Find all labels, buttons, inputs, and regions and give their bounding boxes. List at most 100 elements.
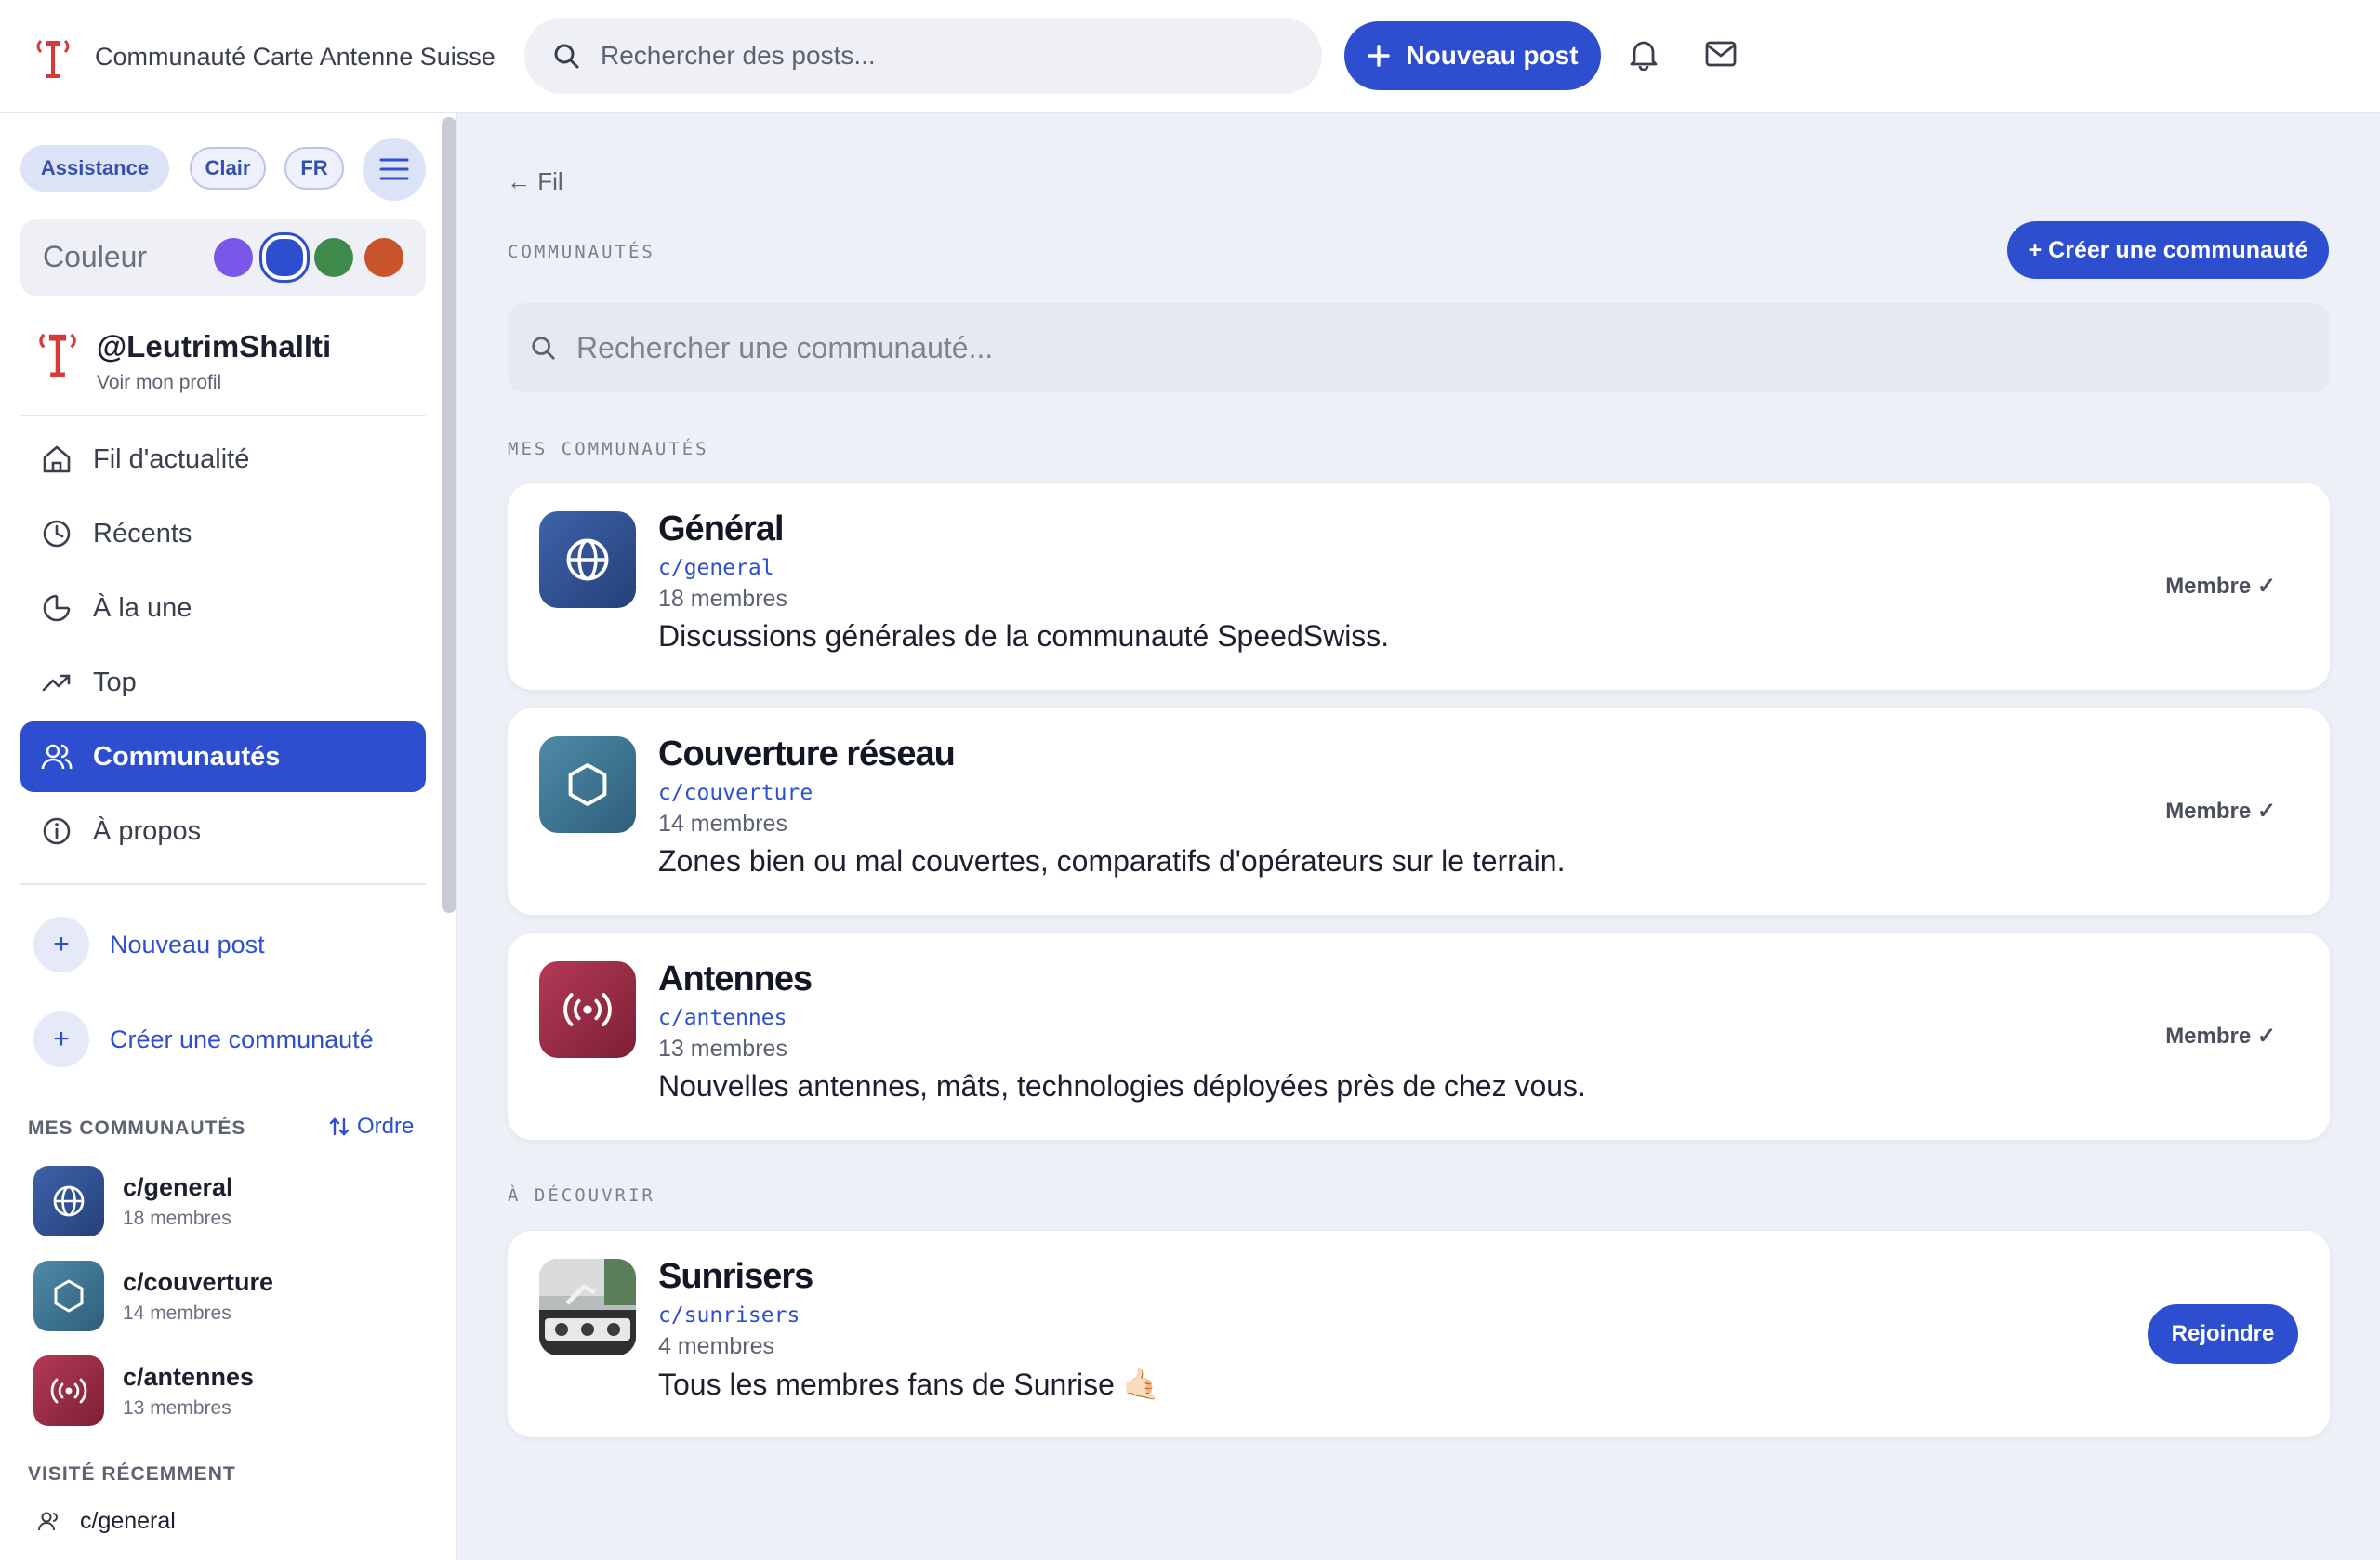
language-toggle[interactable]: FR [284, 147, 344, 190]
brand[interactable]: Communauté Carte Antenne Suisse [32, 33, 496, 80]
community-description: Discussions générales de la communauté S… [658, 619, 1390, 653]
mail-icon[interactable] [1705, 41, 1737, 67]
join-button[interactable]: Rejoindre [2148, 1304, 2298, 1364]
nav-label: Communautés [93, 741, 281, 772]
community-description: Nouvelles antennes, mâts, technologies d… [658, 1069, 1586, 1103]
color-swatch-green[interactable] [314, 238, 353, 277]
community-card-antennes[interactable]: Antennes c/antennes 13 membres Nouvelles… [508, 933, 2330, 1140]
nav-item-about[interactable]: À propos [20, 796, 426, 866]
view-profile-link[interactable]: Voir mon profil [97, 372, 221, 394]
color-swatch-violet[interactable] [214, 238, 253, 277]
app-title: Communauté Carte Antenne Suisse [95, 42, 496, 71]
home-icon [41, 443, 73, 475]
profile-handle[interactable]: @LeutrimShallti [97, 329, 331, 364]
order-button[interactable]: Ordre [329, 1114, 414, 1140]
sidebar-new-post-label: Nouveau post [110, 930, 265, 958]
community-name: c/couverture [123, 1267, 274, 1296]
sort-icon [329, 1116, 350, 1138]
plus-icon: + [33, 1011, 89, 1067]
hamburger-icon [379, 157, 409, 181]
community-slug[interactable]: c/antennes [658, 1006, 787, 1030]
community-name: c/antennes [123, 1362, 255, 1391]
community-description: Tous les membres fans de Sunrise 🤙🏻 [658, 1368, 1160, 1401]
community-members: 13 membres [123, 1396, 231, 1419]
recent-label: c/general [80, 1508, 176, 1534]
globe-icon [33, 1166, 104, 1236]
community-name: c/general [123, 1172, 233, 1201]
community-members: 14 membres [123, 1302, 231, 1324]
create-community-button[interactable]: + Créer une communauté [2007, 221, 2329, 279]
divider [20, 415, 426, 416]
nav-item-feed[interactable]: Fil d'actualité [20, 424, 426, 495]
top-header: Communauté Carte Antenne Suisse Recherch… [0, 0, 2380, 113]
nav-item-communities[interactable]: Communautés [20, 721, 426, 792]
hexagon-icon [33, 1261, 104, 1331]
divider [20, 883, 426, 885]
nav-label: Top [93, 667, 137, 697]
post-search-placeholder: Rechercher des posts... [601, 41, 876, 70]
assistance-button[interactable]: Assistance [20, 145, 169, 192]
nav-item-recent[interactable]: Récents [20, 498, 426, 569]
post-search-input[interactable]: Rechercher des posts... [524, 18, 1322, 94]
community-title[interactable]: Antennes [658, 959, 813, 999]
hexagon-icon [539, 736, 636, 833]
order-label: Ordre [357, 1114, 415, 1139]
avatar[interactable] [33, 325, 82, 379]
community-title[interactable]: Sunrisers [658, 1257, 813, 1297]
community-card-general[interactable]: Général c/general 18 membres Discussions… [508, 483, 2330, 690]
antenna-logo-icon [32, 33, 74, 80]
trending-icon [41, 667, 73, 698]
community-description: Zones bien ou mal couvertes, comparatifs… [658, 844, 1566, 878]
clock-icon [41, 518, 73, 549]
nav-label: Récents [93, 518, 192, 549]
user-icon [37, 1510, 61, 1534]
community-card-sunrisers[interactable]: Sunrisers c/sunrisers 4 membres Tous les… [508, 1231, 2330, 1437]
theme-toggle[interactable]: Clair [190, 147, 266, 190]
community-title[interactable]: Couverture réseau [658, 734, 956, 774]
sidebar-scrollbar[interactable] [442, 117, 456, 913]
nav-label: À la une [93, 592, 192, 623]
community-members: 14 membres [658, 811, 787, 837]
community-slug[interactable]: c/general [658, 556, 774, 580]
color-swatch-blue-selected[interactable] [262, 235, 307, 280]
globe-icon [539, 511, 636, 608]
community-card-couverture[interactable]: Couverture réseau c/couverture 14 membre… [508, 708, 2330, 915]
plus-icon [1367, 44, 1391, 68]
search-icon [552, 42, 580, 70]
my-communities-heading: MES COMMUNAUTÉS [28, 1117, 246, 1139]
bell-icon[interactable] [1629, 37, 1659, 71]
search-icon [530, 335, 556, 361]
new-post-button[interactable]: Nouveau post [1344, 21, 1601, 90]
community-slug[interactable]: c/couverture [658, 781, 813, 805]
member-status-badge[interactable]: Membre ✓ [2165, 1023, 2276, 1050]
nav-label: Fil d'actualité [93, 443, 250, 474]
broadcast-icon [33, 1355, 104, 1426]
back-to-feed-link[interactable]: ← Fil [507, 167, 563, 196]
menu-button[interactable] [363, 138, 426, 201]
nav-item-featured[interactable]: À la une [20, 573, 426, 643]
sidebar-community-couverture[interactable]: c/couverture 14 membres [33, 1261, 273, 1331]
sidebar-community-antennes[interactable]: c/antennes 13 membres [33, 1355, 254, 1426]
sidebar-new-post-button[interactable]: + Nouveau post [33, 917, 265, 972]
color-label: Couleur [43, 240, 148, 273]
discover-section-heading: À DÉCOUVRIR [508, 1185, 655, 1206]
member-status-badge[interactable]: Membre ✓ [2165, 798, 2276, 825]
community-slug[interactable]: c/sunrisers [658, 1303, 800, 1328]
nav-item-top[interactable]: Top [20, 647, 426, 718]
sidebar-community-general[interactable]: c/general 18 membres [33, 1166, 233, 1236]
recently-visited-heading: VISITÉ RÉCEMMENT [28, 1463, 236, 1485]
sidebar-create-community-button[interactable]: + Créer une communauté [33, 1011, 374, 1067]
member-status-badge[interactable]: Membre ✓ [2165, 573, 2276, 600]
color-picker: Couleur [20, 219, 426, 296]
recent-item-general[interactable]: c/general [37, 1508, 176, 1535]
color-swatch-orange[interactable] [364, 238, 403, 277]
community-search-input[interactable]: Rechercher une communauté... [508, 303, 2330, 392]
info-icon [41, 815, 73, 847]
nav-label: À propos [93, 815, 202, 846]
new-post-label: Nouveau post [1406, 41, 1579, 70]
community-photo [539, 1259, 636, 1355]
communities-heading: COMMUNAUTÉS [508, 242, 655, 262]
broadcast-icon [539, 961, 636, 1058]
my-communities-section-heading: MES COMMUNAUTÉS [508, 439, 709, 459]
community-title[interactable]: Général [658, 509, 785, 549]
